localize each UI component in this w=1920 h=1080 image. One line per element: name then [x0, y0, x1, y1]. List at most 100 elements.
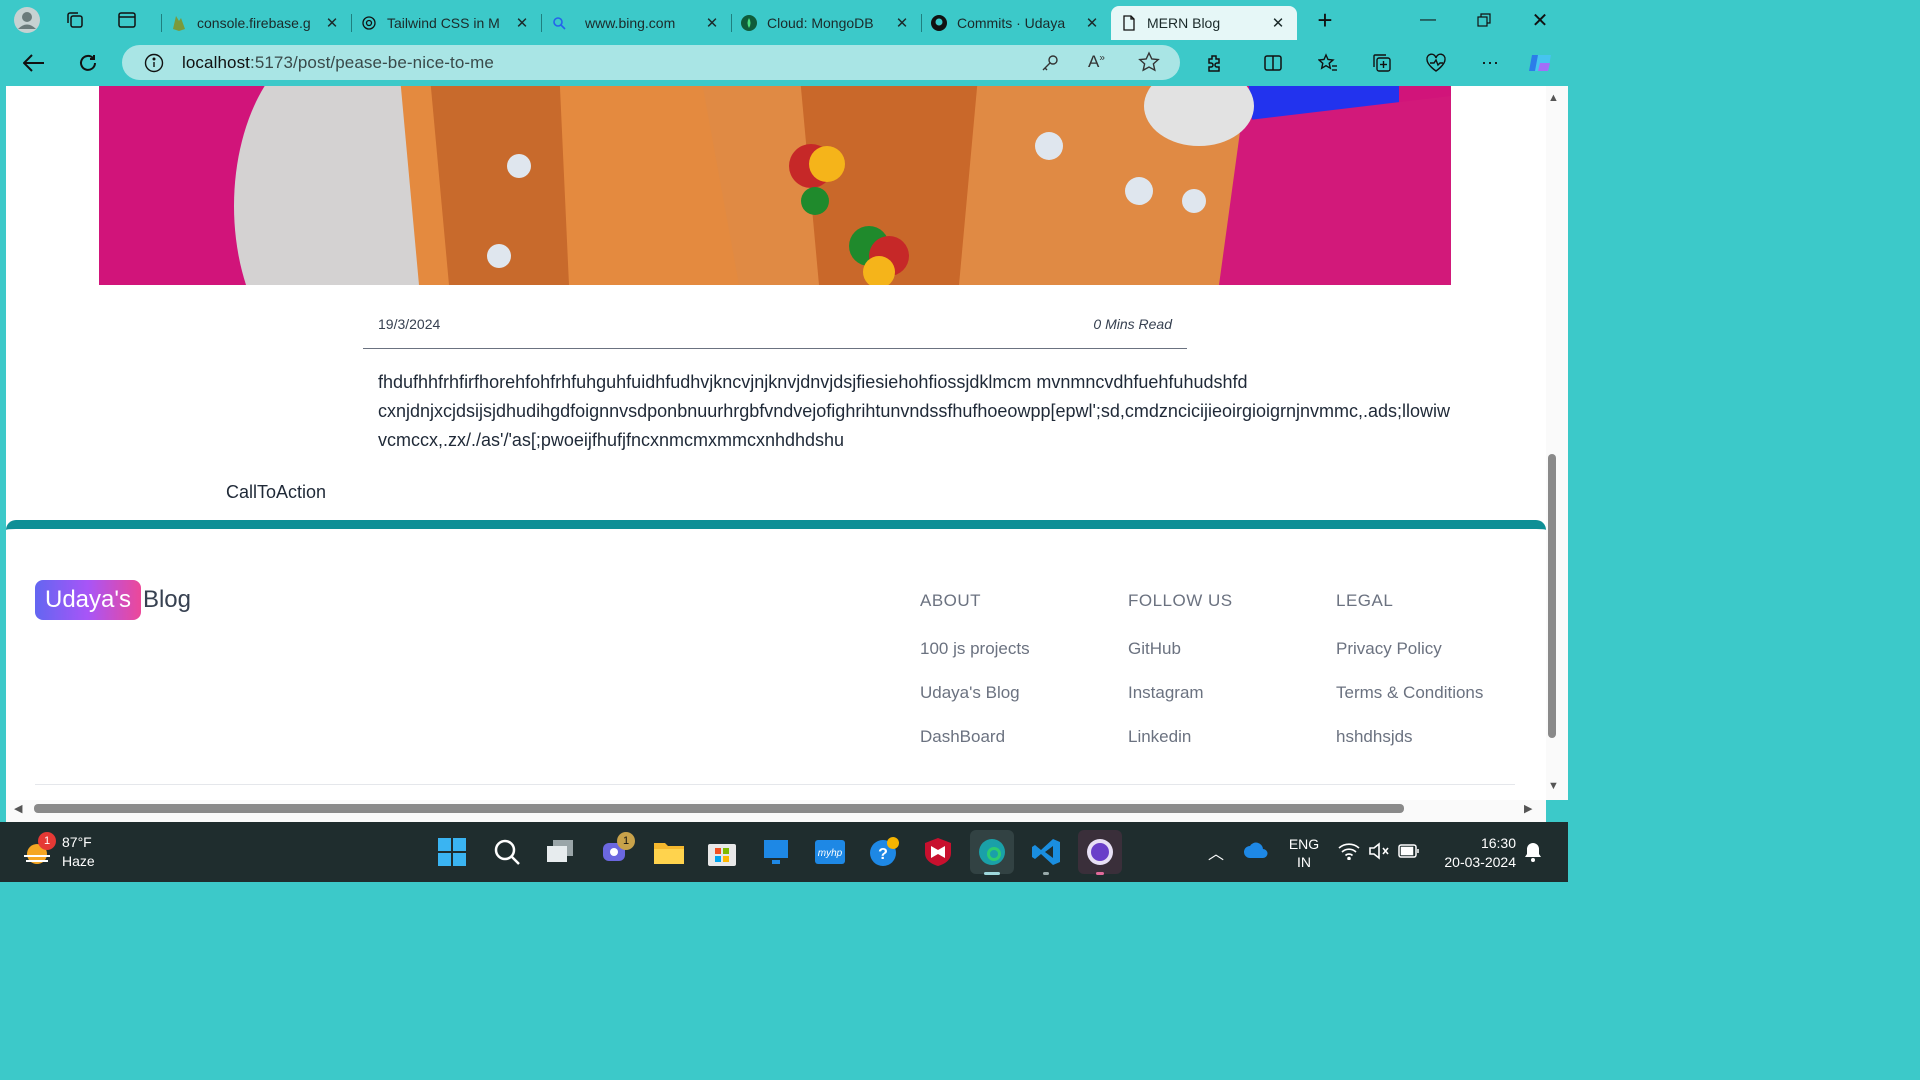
tab-mongodb[interactable]: Cloud: MongoDB ✕	[731, 7, 921, 39]
page-icon	[1121, 15, 1137, 31]
language-indicator[interactable]: ENG IN	[1284, 835, 1324, 871]
key-icon[interactable]	[1040, 53, 1060, 78]
tab-title: Tailwind CSS in M	[387, 15, 500, 31]
help-icon[interactable]: ?	[862, 830, 906, 874]
page-viewport: 19/3/2024 0 Mins Read fhdufhhfrhfirfhore…	[6, 86, 1546, 822]
collections-icon[interactable]	[1366, 47, 1398, 79]
new-tab-icon[interactable]: +	[1305, 0, 1345, 40]
start-menu-icon[interactable]	[430, 830, 474, 874]
footer-divider	[35, 784, 1515, 785]
screen-recorder-icon[interactable]	[1078, 830, 1122, 875]
post-read-time: 0 Mins Read	[1093, 316, 1172, 332]
browser-essentials-icon[interactable]	[1420, 47, 1452, 79]
more-options-icon[interactable]: ⋯	[1474, 47, 1506, 79]
site-info-icon[interactable]	[144, 53, 164, 78]
close-tab-icon[interactable]: ✕	[513, 14, 531, 32]
close-tab-icon[interactable]: ✕	[323, 14, 341, 32]
weather-widget[interactable]: 1 87°F Haze	[22, 832, 142, 872]
post-content-line: cxnjdnjxcjdsijsjdhudihgdfoignnvsdponbnuu…	[378, 401, 1451, 421]
scroll-up-icon[interactable]: ▲	[1548, 92, 1559, 104]
browser-tab-bar: console.firebase.g ✕ Tailwind CSS in M ✕…	[0, 0, 1568, 40]
logo-text: Blog	[142, 586, 192, 613]
edge-browser-icon[interactable]	[970, 830, 1014, 875]
post-content-line: fhdufhhfrhfirfhorehfohfrhfuhguhfuidhfudh…	[378, 372, 1248, 392]
running-app-indicator	[1043, 872, 1049, 875]
file-explorer-icon[interactable]	[647, 830, 691, 874]
footer-link[interactable]: Udaya's Blog	[920, 683, 1030, 727]
clock-date: 20-03-2024	[1444, 854, 1516, 870]
tab-actions-icon[interactable]	[107, 0, 147, 40]
footer-link[interactable]: Privacy Policy	[1336, 639, 1483, 683]
footer-link[interactable]: Linkedin	[1128, 727, 1233, 771]
workspaces-icon[interactable]	[55, 0, 95, 40]
post-divider	[363, 348, 1187, 349]
url-text[interactable]: localhost:5173/post/pease-be-nice-to-me	[182, 53, 494, 73]
volume-muted-icon[interactable]	[1368, 842, 1390, 865]
favorites-icon[interactable]	[1312, 47, 1344, 79]
favorite-star-icon[interactable]	[1138, 51, 1160, 78]
scroll-down-icon[interactable]: ▼	[1548, 780, 1559, 792]
close-tab-icon[interactable]: ✕	[893, 14, 911, 32]
back-icon[interactable]	[18, 47, 50, 79]
svg-text:?: ?	[878, 846, 888, 863]
footer-column-title: FOLLOW US	[1128, 591, 1233, 610]
horizontal-scroll-thumb[interactable]	[34, 804, 1404, 813]
split-screen-icon[interactable]	[1257, 47, 1289, 79]
restore-icon[interactable]	[1456, 0, 1512, 40]
myhp-icon[interactable]: myhp	[808, 830, 852, 874]
scroll-left-icon[interactable]: ◀	[14, 802, 22, 815]
footer-link[interactable]: hshdhsjds	[1336, 727, 1483, 771]
tab-github[interactable]: Commits · Udaya ✕	[921, 7, 1111, 39]
minimize-icon[interactable]: —	[1400, 0, 1456, 40]
active-app-indicator	[984, 872, 1000, 875]
vertical-scroll-thumb[interactable]	[1548, 454, 1556, 738]
extensions-icon[interactable]	[1198, 47, 1230, 79]
tab-firebase[interactable]: console.firebase.g ✕	[161, 7, 351, 39]
task-view-icon[interactable]	[539, 830, 583, 874]
wifi-icon[interactable]	[1338, 842, 1360, 865]
post-date: 19/3/2024	[378, 316, 441, 332]
tab-tailwind[interactable]: Tailwind CSS in M ✕	[351, 7, 541, 39]
weather-badge: 1	[38, 832, 56, 850]
github-icon	[931, 15, 947, 31]
footer-column-title: ABOUT	[920, 591, 982, 610]
read-aloud-icon[interactable]: A»	[1088, 52, 1105, 72]
tab-mern-blog[interactable]: MERN Blog ✕	[1111, 6, 1297, 40]
running-app-indicator	[1096, 872, 1104, 875]
microsoft-store-icon[interactable]	[700, 830, 744, 874]
remote-desktop-icon[interactable]	[754, 830, 798, 874]
profile-avatar-icon[interactable]	[7, 0, 47, 40]
notifications-bell-icon[interactable]	[1524, 842, 1542, 867]
close-window-icon[interactable]: ✕	[1512, 0, 1568, 40]
close-tab-icon[interactable]: ✕	[1269, 14, 1287, 32]
close-tab-icon[interactable]: ✕	[703, 14, 721, 32]
tab-title: www.bing.com	[585, 15, 676, 31]
footer-column-title: LEGAL	[1336, 591, 1394, 610]
address-bar[interactable]: localhost:5173/post/pease-be-nice-to-me …	[122, 45, 1180, 80]
tab-title: MERN Blog	[1147, 15, 1221, 31]
tab-bing[interactable]: www.bing.com ✕	[541, 7, 731, 39]
windows-taskbar: 1 87°F Haze 1 myhp ? ︿ ENG IN 16:30 20-0…	[0, 822, 1568, 882]
onedrive-icon[interactable]	[1244, 842, 1268, 863]
search-icon[interactable]	[485, 830, 529, 874]
footer-link[interactable]: DashBoard	[920, 727, 1030, 771]
svg-text:myhp: myhp	[818, 848, 843, 859]
footer-link[interactable]: GitHub	[1128, 639, 1233, 683]
battery-icon[interactable]	[1398, 844, 1420, 863]
footer-link[interactable]: 100 js projects	[920, 639, 1030, 683]
footer-logo[interactable]: Udaya's Blog	[35, 580, 191, 620]
scroll-right-icon[interactable]: ▶	[1524, 802, 1532, 815]
footer-link[interactable]: Instagram	[1128, 683, 1233, 727]
copilot-icon[interactable]	[1524, 47, 1556, 79]
vscode-icon[interactable]	[1024, 830, 1068, 875]
teams-chat-icon[interactable]: 1	[593, 830, 637, 874]
footer-link[interactable]: Terms & Conditions	[1336, 683, 1483, 727]
show-hidden-icons-icon[interactable]: ︿	[1208, 840, 1224, 864]
close-tab-icon[interactable]: ✕	[1083, 14, 1101, 32]
refresh-icon[interactable]	[72, 47, 104, 79]
firebase-icon	[171, 15, 187, 31]
system-clock[interactable]: 16:30 20-03-2024	[1432, 834, 1522, 872]
post-content-line: vcmccx,.zx/./as'/'as[;pwoeijfhufjfncxnmc…	[378, 430, 845, 450]
mcafee-icon[interactable]	[916, 830, 960, 874]
tab-title: console.firebase.g	[197, 15, 311, 31]
